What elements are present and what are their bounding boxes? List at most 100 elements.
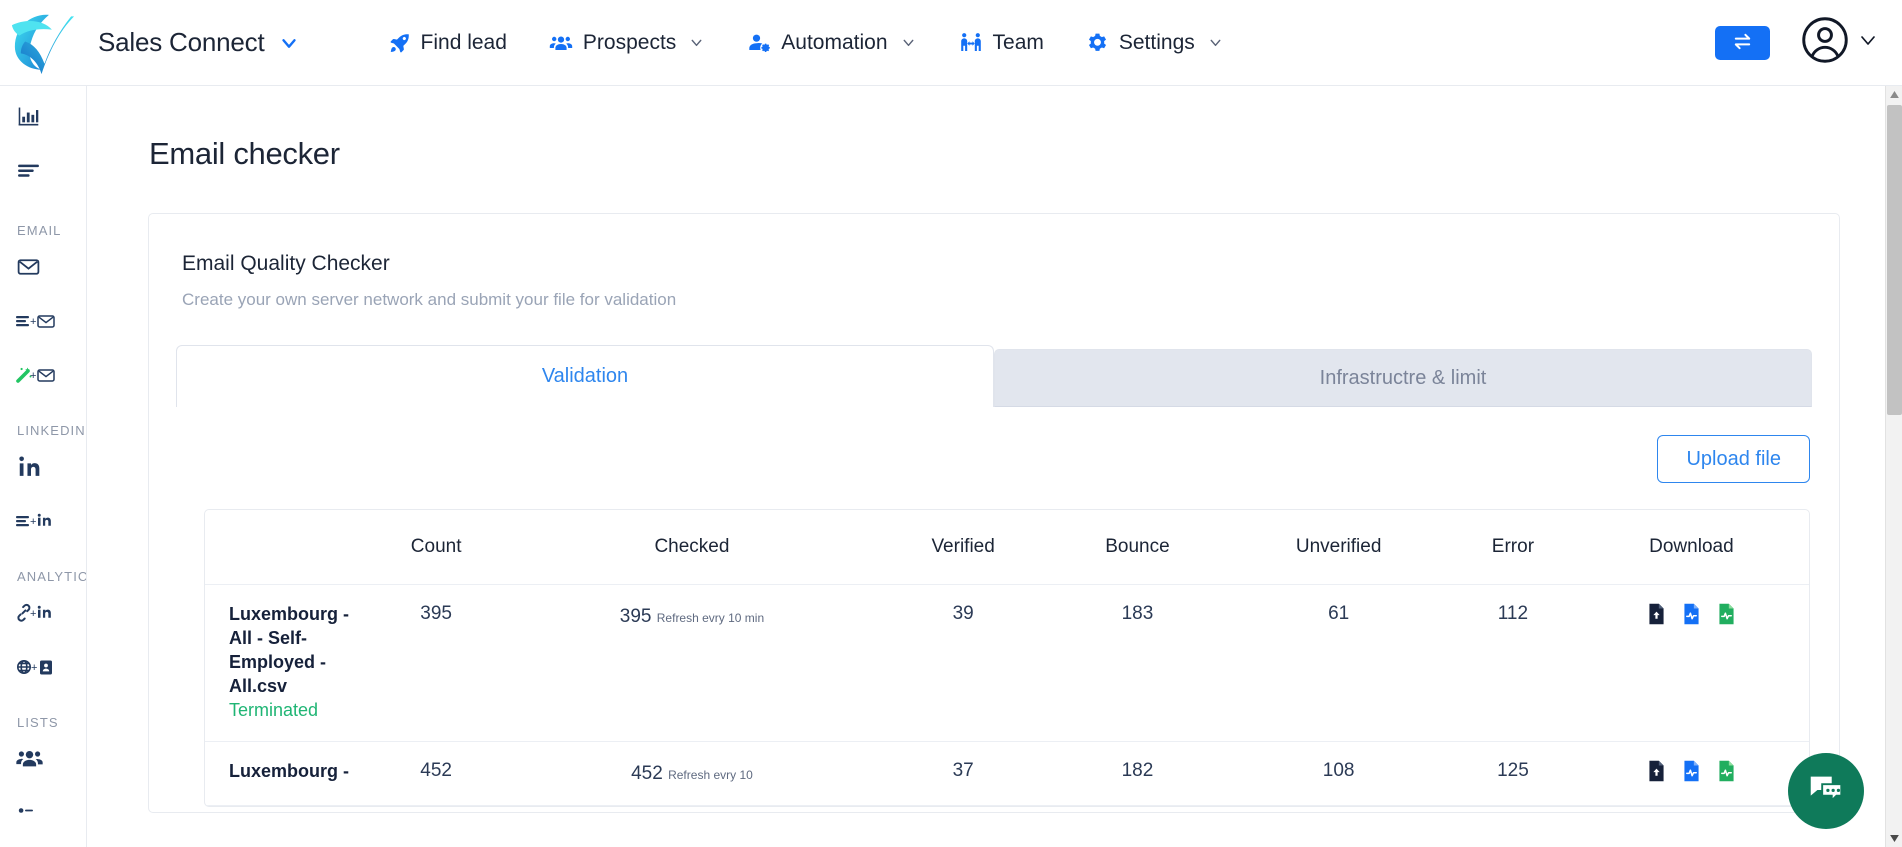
cell-bounce: 182	[1049, 741, 1226, 807]
cell-checked: 452 Refresh evry 10	[507, 741, 877, 807]
cell-unverified: 108	[1225, 741, 1453, 807]
rocket-icon	[389, 32, 411, 54]
validation-table-wrapper: Count Checked Verified Bounce Unverified…	[204, 509, 1810, 808]
nav-item-prospects[interactable]: Prospects	[528, 18, 726, 68]
nav-item-team[interactable]: Team	[938, 18, 1065, 68]
people-group-icon	[16, 745, 43, 777]
file-pulse-blue-icon[interactable]	[1682, 603, 1701, 625]
file-upload-icon[interactable]	[1647, 760, 1666, 782]
cell-download	[1573, 584, 1809, 742]
user-circle-icon	[1800, 15, 1850, 70]
sidebar-item-contacts[interactable]	[0, 788, 86, 842]
primary-nav: Find lead Prospects Automation Team Sett…	[368, 18, 1245, 68]
file-name-text: Luxembourg -	[229, 760, 349, 781]
sidebar-item-people-lists[interactable]	[0, 734, 86, 788]
nav-item-automation[interactable]: Automation	[726, 18, 937, 68]
file-pulse-green-icon[interactable]	[1717, 603, 1736, 625]
sidebar-item-link-linkedin[interactable]: +	[0, 588, 86, 642]
col-verified: Verified	[876, 510, 1050, 585]
nav-item-settings[interactable]: Settings	[1065, 18, 1245, 68]
tab-bar: Validation Infrastructre & limit	[176, 345, 1812, 407]
nav-label: Automation	[781, 30, 888, 54]
nav-label: Find lead	[420, 30, 507, 54]
sidebar-item-campaigns[interactable]	[0, 146, 86, 200]
cell-file-name: Luxembourg - All - Self-Employed - All.c…	[205, 584, 365, 742]
link-plus-linkedin-icon: +	[16, 601, 58, 630]
scroll-up-arrow-icon[interactable]	[1886, 86, 1902, 103]
checked-value: 395	[619, 606, 652, 627]
chat-bubbles-icon	[1805, 768, 1847, 815]
gear-icon	[1086, 31, 1109, 54]
table-row[interactable]: Luxembourg - All - Self-Employed - All.c…	[205, 584, 1809, 742]
svg-text:+: +	[30, 516, 36, 528]
left-sidebar: EMAIL + + LINKEDIN + ANALYTI + + LISTS	[0, 86, 87, 847]
col-bounce: Bounce	[1049, 510, 1226, 585]
brand-name: Sales Connect	[98, 27, 265, 57]
sidebar-item-email-enrichment[interactable]: +	[0, 350, 86, 404]
col-unverified: Unverified	[1225, 510, 1453, 585]
cell-unverified: 61	[1225, 584, 1453, 742]
sidebar-item-linkedin-bulk[interactable]: +	[0, 496, 86, 550]
people-group-icon	[549, 31, 573, 55]
sidebar-item-linkedin[interactable]	[0, 442, 86, 496]
sidebar-item-domain-enrichment[interactable]: +	[0, 642, 86, 696]
sidebar-item-dashboard[interactable]	[0, 92, 86, 146]
cell-count: 452	[365, 741, 508, 807]
download-icon-group	[1578, 760, 1805, 782]
nav-item-find-lead[interactable]: Find lead	[368, 18, 528, 68]
svg-text:+: +	[30, 370, 36, 382]
leaf-check-logo-icon	[11, 14, 75, 74]
upload-file-button[interactable]: Upload file	[1657, 435, 1810, 483]
file-upload-icon[interactable]	[1647, 603, 1666, 625]
nav-label: Settings	[1118, 30, 1195, 54]
cell-file-name: Luxembourg -	[205, 741, 365, 807]
topbar-right-actions	[1715, 15, 1902, 70]
checked-value: 452	[631, 762, 663, 784]
refresh-note: Refresh evry 10 min	[656, 611, 765, 625]
globe-plus-contact-card-icon: +	[16, 655, 58, 684]
sidebar-item-inbox[interactable]	[0, 242, 86, 296]
user-menu[interactable]	[1800, 15, 1880, 70]
swap-arrows-icon	[1731, 30, 1754, 56]
linkedin-in-icon	[16, 454, 41, 484]
bar-chart-icon	[16, 104, 41, 134]
file-name-text: Luxembourg - All - Self-Employed - All.c…	[229, 604, 349, 696]
page-scrollbar[interactable]	[1885, 86, 1902, 847]
app-root: Sales Connect Find lead Prospects Automa…	[0, 0, 1902, 847]
svg-text:+: +	[30, 608, 36, 620]
nav-label: Team	[992, 30, 1044, 54]
sidebar-section-email: EMAIL	[17, 223, 62, 238]
chat-support-button[interactable]	[1788, 753, 1864, 829]
team-handshake-icon	[959, 31, 983, 55]
brand-selector[interactable]: Sales Connect	[98, 27, 300, 58]
cell-verified: 39	[876, 584, 1050, 742]
status-badge: Terminated	[229, 699, 319, 720]
page-title: Email checker	[149, 136, 340, 171]
list-plus-linkedin-icon: +	[16, 509, 58, 538]
table-row[interactable]: Luxembourg - 452 452 Refresh evry 10 37 …	[205, 741, 1809, 807]
swap-account-button[interactable]	[1715, 25, 1770, 60]
nav-label: Prospects	[582, 30, 677, 54]
email-quality-checker-card: Email Quality Checker Create your own se…	[148, 213, 1840, 813]
validation-table: Count Checked Verified Bounce Unverified…	[205, 510, 1809, 807]
scrollbar-thumb[interactable]	[1887, 105, 1902, 415]
scroll-down-arrow-icon[interactable]	[1886, 830, 1902, 847]
sidebar-item-bulk-email[interactable]: +	[0, 296, 86, 350]
cell-error: 125	[1452, 741, 1574, 807]
app-logo[interactable]	[0, 0, 86, 86]
file-pulse-green-icon[interactable]	[1717, 760, 1736, 782]
svg-text:+: +	[30, 316, 36, 328]
tab-validation[interactable]: Validation	[176, 345, 994, 407]
col-checked: Checked	[507, 510, 877, 585]
file-pulse-blue-icon[interactable]	[1682, 760, 1701, 782]
tab-infrastructure-limit[interactable]: Infrastructre & limit	[994, 349, 1812, 407]
refresh-note: Refresh evry 10	[668, 767, 753, 782]
col-file-name	[205, 510, 365, 585]
svg-text:+: +	[31, 662, 37, 674]
table-header-row: Count Checked Verified Bounce Unverified…	[205, 510, 1809, 585]
cell-download	[1573, 741, 1809, 807]
person-partial-icon	[16, 805, 41, 826]
chevron-down-icon	[278, 32, 300, 54]
cell-checked: 395 Refresh evry 10 min	[507, 584, 877, 742]
top-navigation-bar: Sales Connect Find lead Prospects Automa…	[0, 0, 1902, 86]
